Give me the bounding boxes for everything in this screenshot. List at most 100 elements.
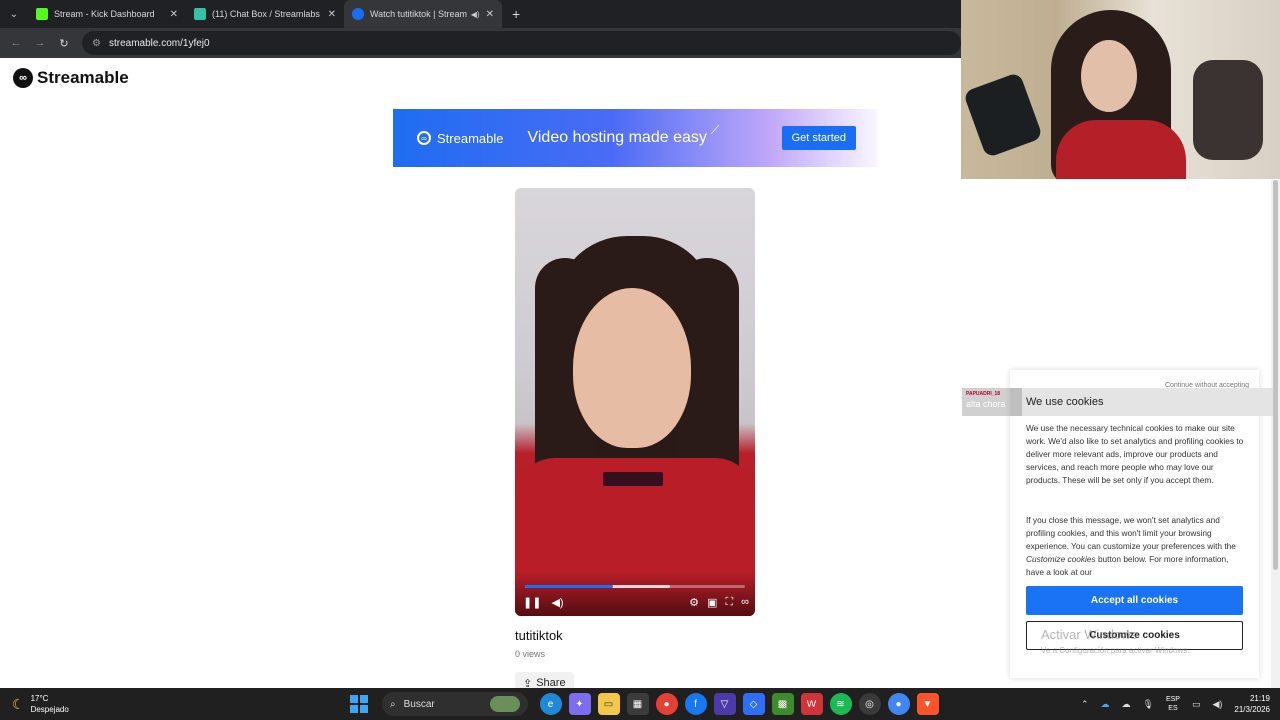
tab-kick-dashboard[interactable]: Stream - Kick Dashboard ✕	[28, 0, 186, 28]
onedrive-icon[interactable]: ☁	[1101, 699, 1110, 710]
site-name: Streamable	[37, 68, 129, 87]
weather-temp: 17°C	[30, 694, 49, 703]
cookie-text-2a: If you close this message, we won't set …	[1026, 515, 1236, 551]
share-icon: ⇪	[523, 677, 533, 689]
cloud-icon[interactable]: ☁	[1122, 699, 1131, 710]
fullscreen-icon[interactable]: ⛶	[725, 596, 733, 609]
page-content: ∞ Streamable ∞ Streamable Video hosting …	[0, 58, 961, 688]
windows-activation-watermark: Activar Windows Ve a Configuración para …	[1041, 627, 1190, 655]
search-icon: ⌕	[390, 698, 396, 710]
streamlabs-favicon-icon	[194, 8, 206, 20]
tab-streamlabs-chat[interactable]: (11) Chat Box / Streamlabs ✕	[186, 0, 344, 28]
forward-arrow-icon[interactable]: →	[28, 37, 52, 49]
weather-widget[interactable]: ☾ 17°C Despejado	[12, 693, 122, 715]
tab-streamable[interactable]: Watch tutitiktok | Streamab ◀) ✕	[344, 0, 502, 28]
tab-title: (11) Chat Box / Streamlabs	[212, 9, 320, 19]
site-info-icon[interactable]: ⚙	[92, 38, 101, 49]
chrome-active-icon[interactable]: ●	[887, 693, 910, 715]
store-icon[interactable]: ▦	[626, 693, 649, 715]
chat-username: PAPUADRI_18	[966, 391, 1001, 397]
volume-tray-icon[interactable]: ◀)	[1212, 699, 1222, 710]
brave-icon[interactable]: ▼	[916, 693, 939, 715]
kick-favicon-icon	[36, 8, 48, 20]
clock-date: 21/3/2026	[1234, 705, 1270, 714]
office-icon[interactable]: W	[800, 693, 823, 715]
system-tray: ⌃ ☁ ☁ 🎙 ESP ES ▭ ◀) 21:19 21/3/2026	[1075, 688, 1280, 720]
microphone-icon	[962, 71, 1044, 159]
minecraft-icon[interactable]: ▩	[771, 693, 794, 715]
volume-icon[interactable]: ◀)	[551, 596, 563, 609]
banner-logo: ∞ Streamable	[417, 131, 503, 146]
share-button[interactable]: ⇪ Share	[515, 672, 574, 688]
pause-icon[interactable]: ❚❚	[523, 596, 541, 609]
close-tab-icon[interactable]: ✕	[170, 9, 178, 20]
accept-all-cookies-button[interactable]: Accept all cookies	[1026, 586, 1243, 615]
back-arrow-icon[interactable]: ←	[4, 37, 28, 49]
ad-banner[interactable]: ∞ Streamable Video hosting made easy ⟋ G…	[393, 109, 878, 167]
new-tab-button[interactable]: +	[502, 0, 530, 28]
taskbar-apps: ⌕ Buscar e ✦ ▭ ▦ ● f ▽ ◇ ▩ W ≋ ◎ ● ▼	[350, 688, 942, 720]
tab-title: Stream - Kick Dashboard	[54, 9, 155, 19]
picture-in-picture-icon[interactable]: ▣	[707, 596, 717, 609]
windows-start-icon[interactable]	[350, 695, 368, 713]
video-chat-overlay	[603, 472, 663, 486]
url-text: streamable.com/1yfej0	[108, 37, 210, 49]
played-bar	[525, 585, 613, 588]
obs-icon[interactable]: ◎	[858, 693, 881, 715]
cookie-dialog-title: We use cookies	[1010, 388, 1273, 416]
bluesky-icon[interactable]: ◇	[742, 693, 765, 715]
browser-tab-bar: ⌄ Stream - Kick Dashboard ✕ (11) Chat Bo…	[0, 0, 961, 28]
proton-vpn-icon[interactable]: ▽	[713, 693, 736, 715]
copilot-icon[interactable]: ✦	[568, 693, 591, 715]
webcam-person-face	[1081, 40, 1137, 112]
clock-time: 21:19	[1249, 694, 1270, 703]
browser-toolbar: ← → ↻ ⚙ streamable.com/1yfej0	[0, 28, 961, 58]
close-tab-icon[interactable]: ✕	[328, 9, 336, 20]
banner-tagline: Video hosting made easy	[527, 129, 707, 146]
chevron-up-icon[interactable]: ⌃	[1081, 699, 1089, 710]
language-indicator[interactable]: ESP ES	[1166, 695, 1180, 713]
webcam-background-chair	[1193, 60, 1263, 160]
settings-gear-icon[interactable]: ⚙	[689, 596, 699, 609]
tab-title: Watch tutitiktok | Streamab	[370, 9, 467, 19]
watermark-line-1: Activar Windows	[1041, 627, 1138, 642]
webcam-overlay	[961, 0, 1280, 179]
taskbar-search[interactable]: ⌕ Buscar	[382, 692, 528, 716]
clock[interactable]: 21:19 21/3/2026	[1234, 693, 1270, 715]
streamable-favicon-icon	[352, 8, 364, 20]
edge-icon[interactable]: e	[539, 693, 562, 715]
video-title: tutitiktok	[515, 628, 563, 643]
network-icon[interactable]: ▭	[1192, 699, 1201, 710]
tab-search-chevron-icon[interactable]: ⌄	[0, 0, 28, 28]
search-label: Buscar	[403, 698, 435, 710]
spotify-icon[interactable]: ≋	[829, 693, 852, 715]
video-views: 0 views	[515, 649, 546, 659]
banner-brand: Streamable	[437, 130, 504, 146]
moon-icon: ☾	[12, 695, 25, 712]
chat-message-overlay: PAPUADRI_18 alta chora	[962, 388, 1022, 416]
sparkle-icon: ⟋	[710, 122, 720, 137]
address-bar[interactable]: ⚙ streamable.com/1yfej0	[82, 31, 961, 55]
chat-message: alta chora	[966, 399, 1006, 409]
weather-desc: Despejado	[30, 705, 69, 714]
site-logo[interactable]: ∞ Streamable	[13, 68, 129, 88]
video-progress-bar[interactable]	[525, 585, 745, 588]
streamable-logo-icon: ∞	[417, 131, 431, 145]
chrome-icon[interactable]: ●	[655, 693, 678, 715]
close-tab-icon[interactable]: ✕	[486, 9, 494, 20]
language-line-1: ESP	[1165, 696, 1180, 703]
get-started-button[interactable]: Get started	[781, 126, 856, 150]
file-explorer-icon[interactable]: ▭	[597, 693, 620, 715]
windows-taskbar: ☾ 17°C Despejado ⌕ Buscar e ✦ ▭ ▦ ● f ▽ …	[0, 688, 1280, 720]
facebook-icon[interactable]: f	[684, 693, 707, 715]
microphone-tray-icon[interactable]: 🎙	[1143, 699, 1154, 710]
speaker-icon[interactable]: ◀)	[471, 10, 480, 19]
language-line-2: ES	[1168, 705, 1178, 712]
streamable-logo-icon[interactable]: ∞	[741, 596, 749, 609]
streamable-logo-icon: ∞	[13, 68, 33, 88]
reload-icon[interactable]: ↻	[52, 37, 76, 50]
page-scrollbar[interactable]	[1271, 180, 1280, 688]
search-highlight-icon	[490, 696, 520, 712]
video-player[interactable]: ❚❚ ◀) ⚙ ▣ ⛶ ∞	[515, 188, 755, 616]
scrollbar-thumb[interactable]	[1273, 180, 1278, 570]
